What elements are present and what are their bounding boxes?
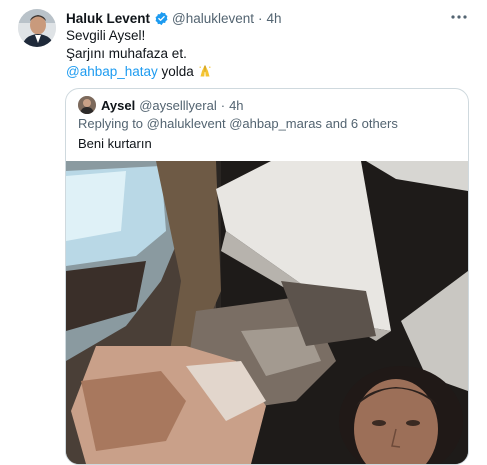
author-handle[interactable]: @haluklevent xyxy=(172,11,254,26)
author-name[interactable]: Haluk Levent xyxy=(66,11,150,26)
quote-separator-dot: · xyxy=(220,97,226,113)
separator-dot: · xyxy=(258,10,263,26)
quote-text: Beni kurtarın xyxy=(78,136,152,151)
quoted-tweet[interactable]: Aysel @ayselllyeral · 4h Replying to @ha… xyxy=(65,88,469,465)
more-options-icon[interactable] xyxy=(449,7,469,27)
mention-suffix: yolda xyxy=(157,64,194,79)
quote-author-avatar[interactable] xyxy=(78,96,96,114)
tweet-header: Haluk Levent @haluklevent · 4h xyxy=(66,9,282,27)
folded-hands-emoji xyxy=(198,64,212,78)
tweet-text: Sevgili Aysel! Şarjını muhafaza et. @ahb… xyxy=(66,27,212,81)
replying-prefix: Replying to xyxy=(78,116,147,131)
quote-header: Aysel @ayselllyeral · 4h xyxy=(78,96,244,114)
tweet-line-1: Sevgili Aysel! xyxy=(66,28,146,43)
tweet-line-2: Şarjını muhafaza et. xyxy=(66,46,187,61)
replying-mentions[interactable]: @haluklevent @ahbap_maras and 6 others xyxy=(147,116,398,131)
quote-photo[interactable] xyxy=(66,161,468,464)
quote-author-handle[interactable]: @ayselllyeral xyxy=(139,98,217,113)
verified-badge-icon xyxy=(154,11,169,26)
replying-to: Replying to @haluklevent @ahbap_maras an… xyxy=(78,115,398,133)
tweet-time[interactable]: 4h xyxy=(267,11,282,26)
quote-time[interactable]: 4h xyxy=(229,98,243,113)
tweet-card[interactable]: Haluk Levent @haluklevent · 4h Sevgili A… xyxy=(0,0,487,465)
mention-link[interactable]: @ahbap_hatay xyxy=(66,64,158,79)
author-avatar[interactable] xyxy=(18,9,56,47)
quote-author-name[interactable]: Aysel xyxy=(101,98,135,113)
tweet-line-3: @ahbap_hatay yolda xyxy=(66,63,212,81)
